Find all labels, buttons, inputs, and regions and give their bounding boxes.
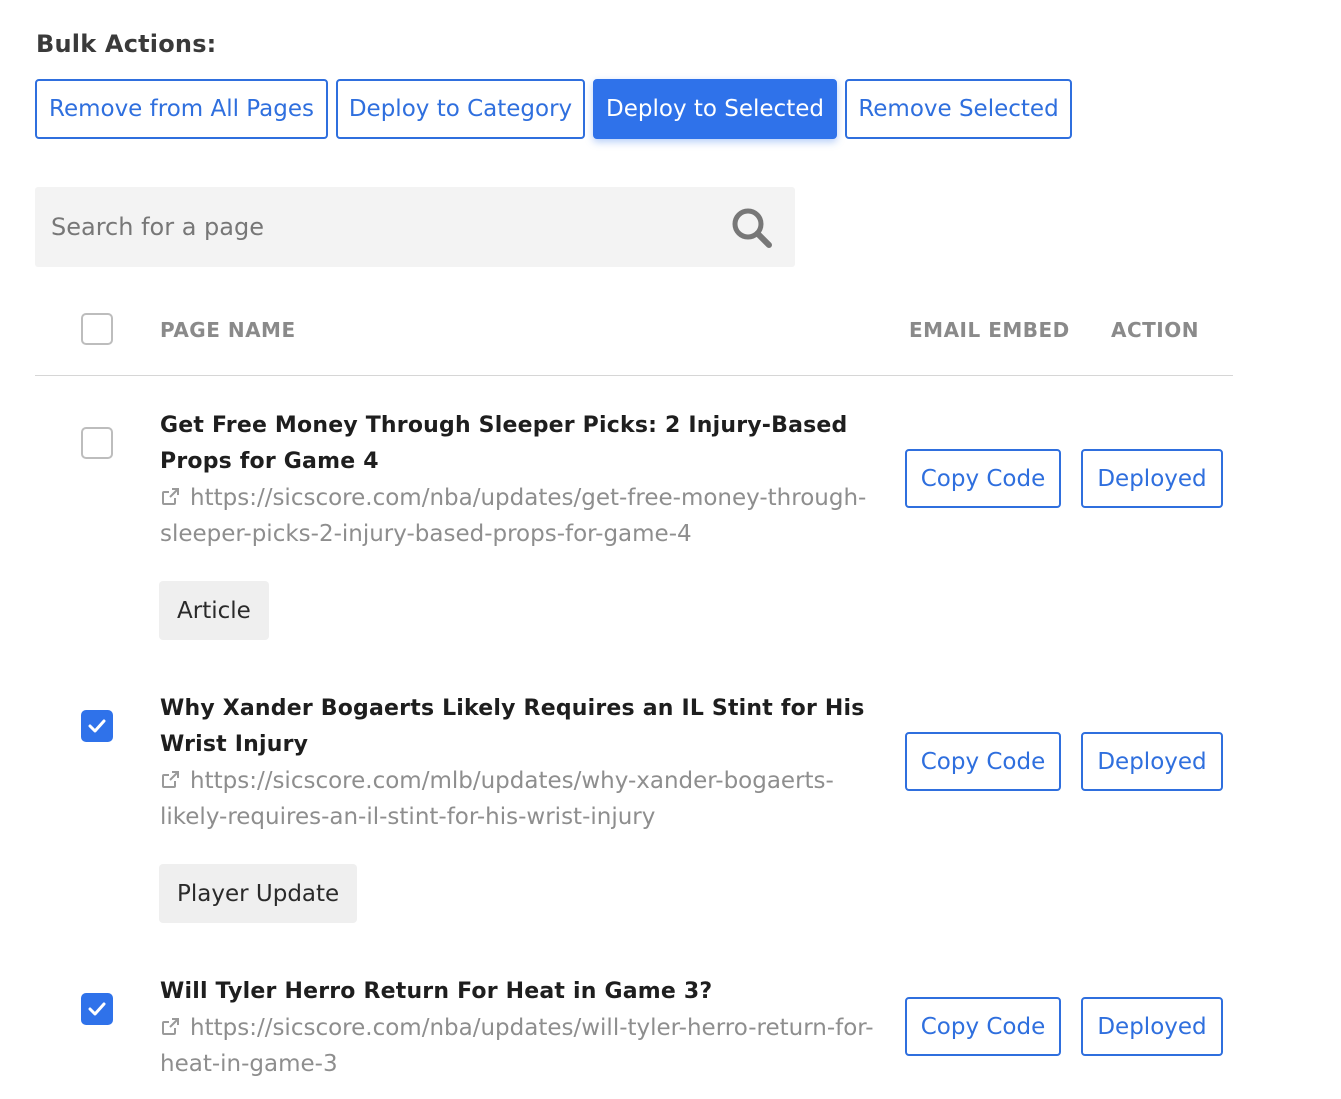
check-icon — [88, 719, 106, 733]
check-icon — [88, 1002, 106, 1016]
row-checkbox[interactable] — [81, 993, 113, 1025]
page-url-text[interactable]: https://sicscore.com/mlb/updates/why-xan… — [160, 768, 834, 830]
page-url-text[interactable]: https://sicscore.com/nba/updates/get-fre… — [160, 485, 866, 547]
deployed-button[interactable]: Deployed — [1081, 732, 1223, 791]
copy-code-button[interactable]: Copy Code — [905, 732, 1061, 791]
row-checkbox[interactable] — [81, 710, 113, 742]
deployed-button[interactable]: Deployed — [1081, 449, 1223, 508]
remove-from-all-pages-button[interactable]: Remove from All Pages — [35, 79, 328, 139]
header-divider — [35, 375, 1233, 376]
search-input[interactable] — [51, 187, 711, 267]
page-url[interactable]: https://sicscore.com/nba/updates/get-fre… — [160, 480, 890, 552]
remove-selected-button[interactable]: Remove Selected — [845, 79, 1072, 139]
page-url[interactable]: https://sicscore.com/mlb/updates/why-xan… — [160, 763, 890, 835]
deploy-to-selected-button[interactable]: Deploy to Selected — [593, 79, 837, 139]
external-link-icon — [162, 771, 179, 788]
page-title: Will Tyler Herro Return For Heat in Game… — [160, 979, 713, 1004]
bulk-actions-title: Bulk Actions: — [36, 30, 217, 58]
external-link-icon — [162, 488, 179, 505]
search-icon[interactable] — [730, 206, 774, 250]
deployed-button[interactable]: Deployed — [1081, 997, 1223, 1056]
page-url-text[interactable]: https://sicscore.com/nba/updates/will-ty… — [160, 1015, 874, 1077]
column-header-page-name: PAGE NAME — [160, 318, 296, 342]
copy-code-button[interactable]: Copy Code — [905, 997, 1061, 1056]
page-title: Get Free Money Through Sleeper Picks: 2 … — [160, 413, 848, 474]
column-header-email-embed: EMAIL EMBED — [909, 318, 1070, 342]
page-title: Why Xander Bogaerts Likely Requires an I… — [160, 696, 865, 757]
column-header-action: ACTION — [1111, 318, 1199, 342]
page-url[interactable]: https://sicscore.com/nba/updates/will-ty… — [160, 1010, 890, 1082]
page: Bulk Actions: Remove from All Pages Depl… — [0, 0, 1341, 1099]
category-tag: Article — [159, 581, 269, 640]
category-tag: Player Update — [159, 864, 358, 923]
deploy-to-category-button[interactable]: Deploy to Category — [336, 79, 585, 139]
copy-code-button[interactable]: Copy Code — [905, 449, 1061, 508]
select-all-checkbox[interactable] — [81, 313, 113, 345]
row-checkbox[interactable] — [81, 427, 113, 459]
search-box — [35, 187, 795, 267]
external-link-icon — [162, 1018, 179, 1035]
